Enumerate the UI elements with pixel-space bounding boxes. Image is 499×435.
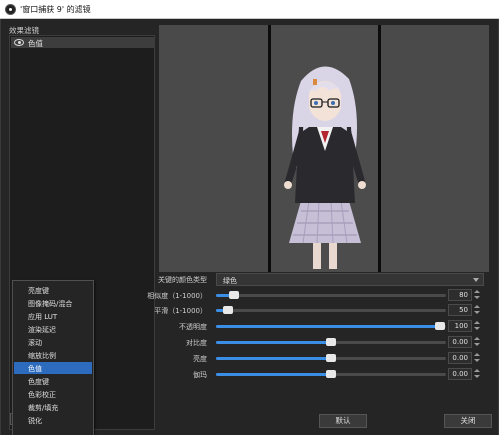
brightness-slider[interactable] — [216, 352, 446, 364]
gamma-slider[interactable] — [216, 368, 446, 380]
gamma-value: 0.00 — [452, 370, 468, 378]
filters-dialog: 效果滤镜 色值 关键的颜色类型 绿色 相似度（1-1000） 80 平滑（1-1… — [0, 19, 499, 435]
contrast-slider[interactable] — [216, 336, 446, 348]
slider-track — [216, 294, 446, 297]
menu-item-color-key[interactable]: 色值 — [14, 362, 92, 374]
slider-handle[interactable] — [326, 338, 336, 346]
key-color-type-value: 绿色 — [223, 277, 237, 285]
slider-handle[interactable] — [222, 306, 233, 314]
opacity-slider[interactable] — [216, 320, 446, 332]
close-button[interactable]: 关闭 — [444, 414, 492, 428]
menu-item-label: 应用 LUT — [28, 313, 58, 321]
spin-arrows-icon[interactable] — [472, 289, 482, 301]
opacity-spinbox[interactable]: 100 — [448, 320, 472, 332]
menu-item-label: 色彩校正 — [28, 391, 56, 399]
menu-item-luma-key[interactable]: 亮度键 — [14, 284, 92, 296]
slider-fill — [216, 357, 331, 360]
spin-arrows-icon[interactable] — [472, 304, 482, 316]
smoothness-spinbox[interactable]: 50 — [448, 304, 472, 316]
brightness-spinbox[interactable]: 0.00 — [448, 352, 472, 364]
menu-item-label: 色度键 — [28, 378, 49, 386]
slider-fill — [216, 373, 331, 376]
menu-item-label: 缩放比例 — [28, 352, 56, 360]
menu-item-label: 图像掩码/混合 — [28, 300, 73, 308]
slider-track — [216, 309, 446, 312]
obs-icon — [5, 4, 16, 15]
slider-handle[interactable] — [326, 354, 336, 362]
slider-fill — [216, 325, 441, 328]
menu-item-render-delay[interactable]: 渲染延迟 — [14, 323, 92, 335]
smoothness-value: 50 — [459, 306, 468, 314]
defaults-button[interactable]: 默认 — [319, 414, 367, 428]
character-image — [284, 66, 366, 269]
spin-arrows-icon[interactable] — [472, 336, 482, 348]
spin-arrows-icon[interactable] — [472, 368, 482, 380]
menu-item-label: 滚动 — [28, 339, 42, 347]
menu-item-label: 渲染延迟 — [28, 326, 56, 334]
key-color-type-select[interactable]: 绿色 — [216, 273, 484, 286]
menu-item-color-correction[interactable]: 色彩校正 — [14, 388, 92, 400]
brightness-label: 亮度 — [193, 355, 207, 363]
preview-canvas — [159, 25, 489, 272]
contrast-label: 对比度 — [186, 339, 207, 347]
gamma-spinbox[interactable]: 0.00 — [448, 368, 472, 380]
menu-item-image-mask-blend[interactable]: 图像掩码/混合 — [14, 297, 92, 309]
brightness-value: 0.00 — [452, 354, 468, 362]
menu-item-label: 锐化 — [28, 417, 42, 425]
contrast-value: 0.00 — [452, 338, 468, 346]
filter-item-color-key[interactable]: 色值 — [11, 37, 154, 48]
menu-item-apply-lut[interactable]: 应用 LUT — [14, 310, 92, 322]
add-filter-menu: 亮度键 图像掩码/混合 应用 LUT 渲染延迟 滚动 缩放比例 色值 色度键 色… — [12, 280, 94, 435]
menu-item-label: 裁剪/填充 — [28, 404, 59, 412]
filter-item-label: 色值 — [28, 39, 43, 48]
spin-arrows-icon[interactable] — [472, 352, 482, 364]
smoothness-label: 平滑（1-1000） — [154, 307, 207, 315]
opacity-value: 100 — [454, 322, 468, 330]
similarity-value: 80 — [459, 291, 468, 299]
slider-handle[interactable] — [326, 370, 336, 378]
contrast-spinbox[interactable]: 0.00 — [448, 336, 472, 348]
slider-fill — [216, 341, 331, 344]
menu-item-scroll[interactable]: 滚动 — [14, 336, 92, 348]
chevron-down-icon — [473, 278, 479, 282]
similarity-slider[interactable] — [216, 289, 446, 301]
menu-item-chroma-key[interactable]: 色度键 — [14, 375, 92, 387]
similarity-spinbox[interactable]: 80 — [448, 289, 472, 301]
key-color-type-label: 关键的颜色类型 — [158, 276, 207, 284]
opacity-label: 不透明度 — [179, 323, 207, 331]
filter-properties: 关键的颜色类型 绿色 相似度（1-1000） 80 平滑（1-1000） 50 … — [147, 272, 489, 412]
slider-handle[interactable] — [229, 291, 240, 299]
menu-item-scale-aspect[interactable]: 缩放比例 — [14, 349, 92, 361]
gamma-label: 伽玛 — [193, 371, 207, 379]
menu-item-crop-pad[interactable]: 裁剪/填充 — [14, 401, 92, 413]
eye-icon[interactable] — [14, 39, 24, 46]
menu-item-label: 色值 — [28, 365, 42, 373]
smoothness-slider[interactable] — [216, 304, 446, 316]
window-title: '窗口捕获 9' 的滤镜 — [20, 5, 91, 14]
spin-arrows-icon[interactable] — [472, 320, 482, 332]
title-bar: '窗口捕获 9' 的滤镜 — [0, 0, 499, 19]
menu-item-sharpen[interactable]: 锐化 — [14, 414, 92, 426]
slider-handle[interactable] — [435, 322, 446, 330]
similarity-label: 相似度（1-1000） — [147, 292, 207, 300]
menu-item-label: 亮度键 — [28, 287, 49, 295]
